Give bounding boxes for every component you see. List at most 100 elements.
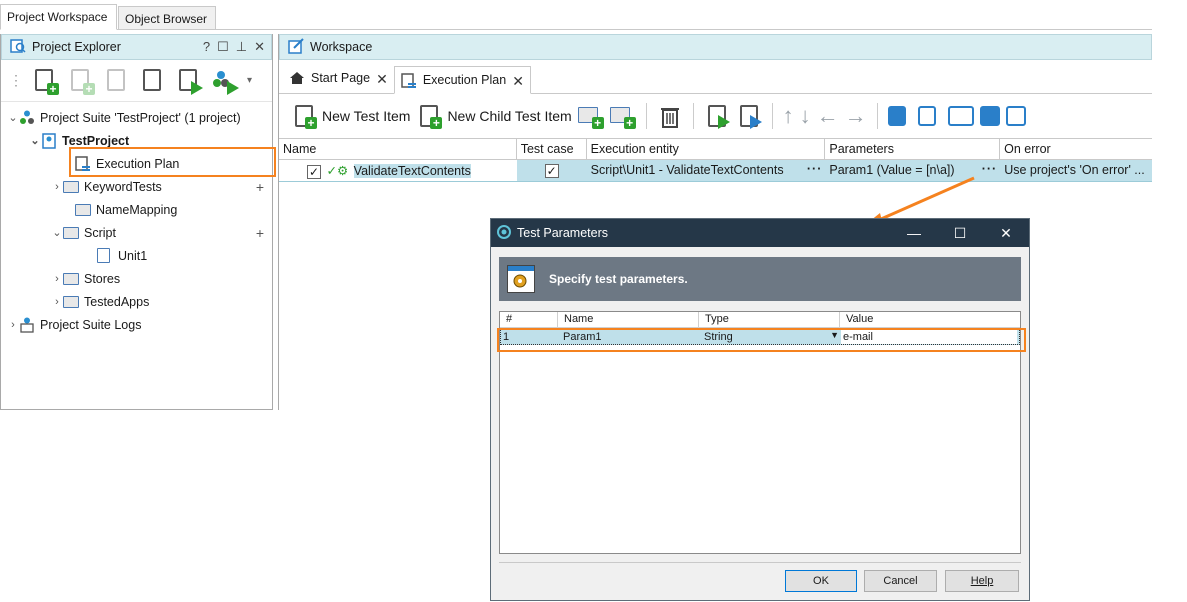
dropdown-arrow-icon[interactable]: ▾ xyxy=(247,75,252,86)
column-header-value[interactable]: Value xyxy=(840,312,1018,327)
ellipsis-button[interactable]: ··· xyxy=(982,162,998,176)
tab-start-page[interactable]: Start Page ✕ xyxy=(283,65,394,93)
move-down-icon[interactable]: ↓ xyxy=(800,105,811,127)
tab-label: Start Page xyxy=(311,71,371,85)
close-tab-icon[interactable]: ✕ xyxy=(512,73,524,90)
tab-execution-plan[interactable]: Execution Plan ✕ xyxy=(393,66,531,94)
new-folder-icon[interactable]: + xyxy=(577,103,604,129)
tree-item-label: NameMapping xyxy=(96,202,178,217)
new-child-folder-icon[interactable]: + xyxy=(609,103,636,129)
collapse-caret-icon[interactable]: ⌄ xyxy=(51,226,63,239)
tab-object-browser[interactable]: Object Browser xyxy=(118,6,216,30)
project-tree: ⌄ Project Suite 'TestProject' (1 project… xyxy=(1,102,272,336)
edit-item-icon[interactable] xyxy=(139,67,167,95)
run-project-icon[interactable] xyxy=(175,67,203,95)
tree-item-label: TestProject xyxy=(62,133,130,148)
expand-caret-icon[interactable]: › xyxy=(51,181,63,193)
new-test-item-button[interactable]: + New Test Item xyxy=(291,103,410,129)
project-explorer-icon xyxy=(10,38,26,57)
tree-item-logs[interactable]: › Project Suite Logs xyxy=(1,313,272,336)
add-existing-item-icon[interactable] xyxy=(103,67,131,95)
param-row-highlight xyxy=(497,328,1026,352)
test-case-cell[interactable]: ✓ xyxy=(517,160,587,181)
ok-button[interactable]: OK xyxy=(785,570,857,592)
tree-item-stores[interactable]: › Stores xyxy=(1,267,272,290)
add-new-item-icon[interactable]: + xyxy=(67,67,95,95)
maximize-button[interactable]: ☐ xyxy=(937,225,983,242)
new-test-item-icon: + xyxy=(291,103,317,129)
stores-folder-icon xyxy=(63,271,79,287)
tree-item-tested-apps[interactable]: › TestedApps xyxy=(1,290,272,313)
tree-item-keyword-tests[interactable]: › KeywordTests + xyxy=(1,175,272,198)
move-up-icon[interactable]: ↑ xyxy=(783,105,794,127)
expand-caret-icon[interactable]: › xyxy=(51,273,63,285)
execution-plan-highlight xyxy=(69,147,276,177)
toolbar-separator xyxy=(876,103,878,129)
float-button[interactable]: ☐ xyxy=(217,39,229,55)
script-unit-icon xyxy=(97,247,113,264)
test-parameters-dialog: Test Parameters — ☐ ✕ Specify test param… xyxy=(490,218,1030,601)
expand-caret-icon[interactable]: › xyxy=(7,319,19,331)
pin-button[interactable]: ⊥ xyxy=(236,39,247,55)
close-panel-button[interactable]: ✕ xyxy=(254,39,265,55)
disable-all-icon[interactable] xyxy=(917,106,936,126)
toolbar-separator xyxy=(645,103,647,129)
run-focused-icon[interactable] xyxy=(736,103,762,129)
column-header-type[interactable]: Type xyxy=(699,312,840,327)
workspace-icon xyxy=(288,37,304,57)
close-dialog-button[interactable]: ✕ xyxy=(983,225,1029,242)
toggle-selection-icon[interactable] xyxy=(947,106,974,126)
tree-item-unit1[interactable]: Unit1 xyxy=(1,244,272,267)
add-item-icon[interactable]: + xyxy=(256,179,264,195)
enable-all-icon[interactable] xyxy=(887,106,906,126)
column-header-name[interactable]: Name xyxy=(279,139,517,159)
tab-project-workspace[interactable]: Project Workspace xyxy=(0,4,117,30)
test-case-checkbox[interactable]: ✓ xyxy=(544,163,559,178)
minimize-button[interactable]: — xyxy=(891,225,937,242)
column-header-parameters[interactable]: Parameters xyxy=(825,139,1001,159)
dialog-title-bar: Test Parameters — ☐ ✕ xyxy=(491,219,1029,247)
enabled-checkbox[interactable]: ✓ xyxy=(307,164,321,179)
ellipsis-button[interactable]: ··· xyxy=(807,162,823,176)
name-cell[interactable]: ✓ ✓⚙ ValidateTextContents xyxy=(279,160,517,181)
collapse-caret-icon[interactable]: ⌄ xyxy=(29,134,41,147)
delete-icon[interactable] xyxy=(657,103,683,129)
document-tabs: Start Page ✕ Execution Plan ✕ xyxy=(279,60,1152,94)
help-button[interactable]: ? xyxy=(203,39,210,55)
expand-caret-icon[interactable]: › xyxy=(51,296,63,308)
tab-label: Execution Plan xyxy=(422,73,507,87)
keyword-tests-folder-icon xyxy=(63,179,79,195)
column-header-test-case[interactable]: Test case xyxy=(517,139,587,159)
run-selected-icon[interactable] xyxy=(704,103,730,129)
new-child-test-item-button[interactable]: + New Child Test Item xyxy=(416,103,572,129)
cancel-button[interactable]: Cancel xyxy=(864,570,937,592)
collapse-caret-icon[interactable]: ⌄ xyxy=(7,111,19,124)
add-item-icon[interactable]: + xyxy=(256,225,264,241)
column-header-on-error[interactable]: On error xyxy=(1000,139,1152,159)
column-header-execution-entity[interactable]: Execution entity xyxy=(587,139,826,159)
execution-entity-cell[interactable]: Script\Unit1 - ValidateTextContents ··· xyxy=(587,160,826,181)
project-icon xyxy=(41,132,57,149)
column-header-name[interactable]: Name xyxy=(558,312,699,327)
dialog-banner-text: Specify test parameters. xyxy=(549,272,688,286)
column-header-number[interactable]: # xyxy=(500,312,558,327)
close-tab-icon[interactable]: ✕ xyxy=(376,71,388,88)
move-left-icon[interactable]: ← xyxy=(817,105,839,127)
tree-item-name-mapping[interactable]: NameMapping xyxy=(1,198,272,221)
uncheck-icon[interactable] xyxy=(1005,106,1026,126)
script-folder-icon xyxy=(63,225,79,241)
tree-item-suite[interactable]: ⌄ Project Suite 'TestProject' (1 project… xyxy=(1,106,272,129)
tree-item-script[interactable]: ⌄ Script + xyxy=(1,221,272,244)
execution-plan-grid-header: Name Test case Execution entity Paramete… xyxy=(279,138,1152,160)
help-button-label: Help xyxy=(970,575,994,587)
help-button[interactable]: Help xyxy=(945,570,1019,592)
execution-plan-icon xyxy=(401,73,417,92)
run-suite-icon[interactable] xyxy=(211,67,239,95)
move-right-icon[interactable]: → xyxy=(845,105,867,127)
table-row[interactable]: ✓ ✓⚙ ValidateTextContents ✓ Script\Unit1… xyxy=(279,160,1152,182)
on-error-cell[interactable]: Use project's 'On error' ... xyxy=(1000,160,1152,181)
check-icon[interactable] xyxy=(979,106,1000,126)
tree-item-label: Project Suite 'TestProject' (1 project) xyxy=(40,110,241,125)
dialog-banner: Specify test parameters. xyxy=(499,257,1021,301)
add-project-item-icon[interactable]: + xyxy=(31,67,59,95)
